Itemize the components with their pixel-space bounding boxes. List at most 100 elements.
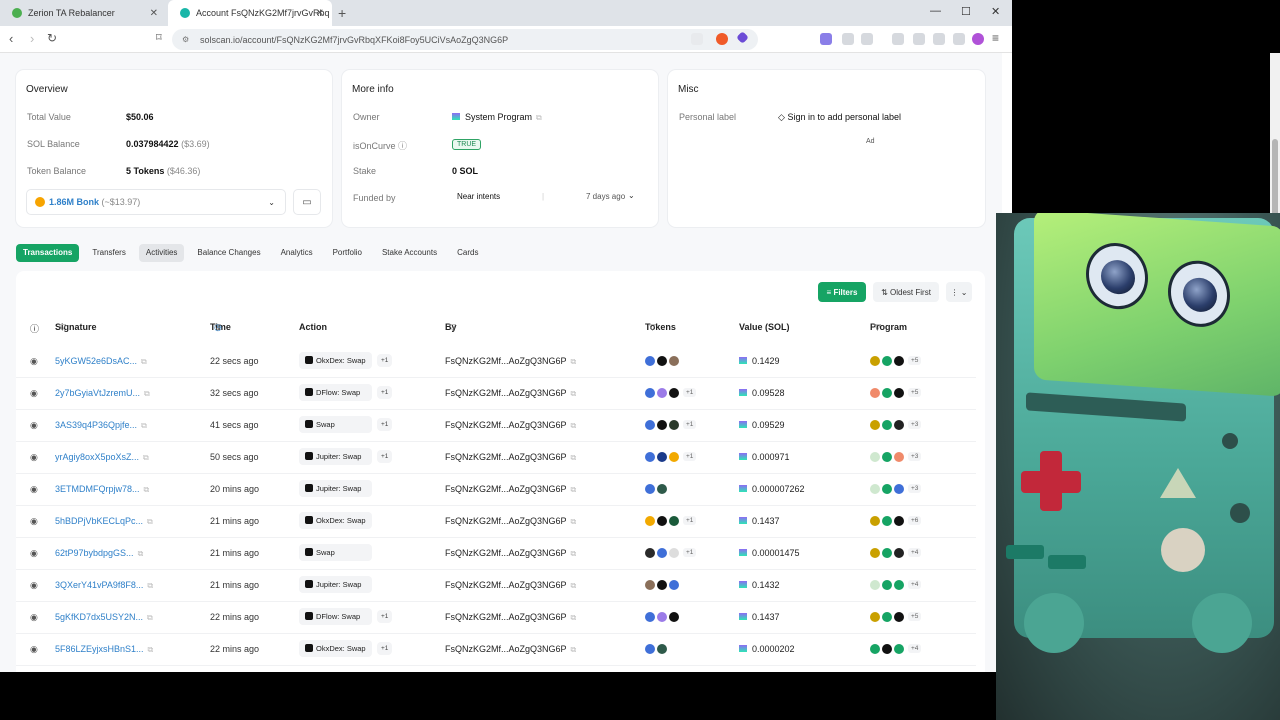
filter-icon[interactable]: ▽ <box>449 322 456 333</box>
token-icon[interactable] <box>669 515 679 526</box>
program-icon[interactable] <box>870 419 880 430</box>
signature-link[interactable]: 5hBDPjVbKECLqPc... <box>55 516 143 526</box>
signature-link[interactable]: yrAgiy8oxX5poXsZ... <box>55 452 139 462</box>
eye-icon[interactable]: ◉ <box>30 484 38 495</box>
copy-icon[interactable]: ⧉ <box>571 581 577 590</box>
tab-portfolio[interactable]: Portfolio <box>326 244 369 262</box>
sort-button[interactable]: ⇅ Oldest First <box>873 282 939 302</box>
eye-icon[interactable]: ◉ <box>30 548 38 559</box>
copy-icon[interactable]: ⧉ <box>143 453 149 462</box>
program-icon[interactable] <box>894 419 904 430</box>
filters-button[interactable]: ≡ Filters <box>818 282 866 302</box>
wallet-icon[interactable] <box>913 33 925 45</box>
tab-activities[interactable]: Activities <box>138 244 185 262</box>
table-row[interactable]: ◉ 3AS39q4P36Qpjfe... ⧉ 41 secs ago Swap +1… <box>16 410 976 442</box>
copy-icon[interactable]: ⧉ <box>571 645 577 654</box>
tokens-more[interactable]: +1 <box>683 548 697 558</box>
eye-icon[interactable]: ◉ <box>30 420 38 431</box>
token-icon[interactable] <box>645 515 655 526</box>
program-icon[interactable] <box>870 387 880 398</box>
action-chip[interactable]: OkxDex: Swap <box>299 352 372 369</box>
extension-icon[interactable] <box>820 33 832 45</box>
signature-link[interactable]: 5F86LZEyjxsHBnS1... <box>55 644 144 654</box>
leo-icon[interactable] <box>933 33 945 45</box>
programs-more[interactable]: +4 <box>908 580 922 590</box>
tab-analytics[interactable]: Analytics <box>274 244 320 262</box>
program-icon[interactable] <box>870 355 880 366</box>
programs-more[interactable]: +3 <box>908 452 922 462</box>
table-row[interactable]: ◉ 3ETMDMFQrpjw78... ⧉ 20 mins ago Jupiter… <box>16 474 976 506</box>
funded-by-box[interactable]: Near intents | 7 days ago ⌄ <box>452 190 638 206</box>
program-icon[interactable] <box>894 515 904 526</box>
token-icon[interactable] <box>669 355 679 366</box>
token-icon[interactable] <box>657 547 667 558</box>
tokens-more[interactable]: +1 <box>683 420 697 430</box>
token-icon[interactable] <box>669 387 679 398</box>
bookmark-icon[interactable]: ⌑ <box>156 31 162 44</box>
table-row[interactable]: ◉ yrAgiy8oxX5poXsZ... ⧉ 50 secs ago Jupit… <box>16 442 976 474</box>
signature-link[interactable]: 5yKGW52e6DsAC... <box>55 356 137 366</box>
close-icon[interactable]: ✕ <box>150 8 158 19</box>
program-icon[interactable] <box>894 451 904 462</box>
copy-icon[interactable]: ⧉ <box>147 517 153 526</box>
eye-icon[interactable]: ◉ <box>30 612 38 623</box>
token-icon[interactable] <box>645 355 655 366</box>
column-settings-button[interactable]: ⋮ ⌄ <box>946 282 972 302</box>
copy-icon[interactable]: ⧉ <box>144 389 150 398</box>
browser-tab-zerion[interactable]: Zerion TA Rebalancer ✕ <box>0 0 166 26</box>
copy-icon[interactable]: ⧉ <box>148 645 154 654</box>
action-more[interactable]: +1 <box>377 418 393 431</box>
program-icon[interactable] <box>894 547 904 558</box>
signature-link[interactable]: 3QXerY41vPA9f8F8... <box>55 580 143 590</box>
filter-icon[interactable]: ▽ <box>59 322 66 333</box>
tab-transfers[interactable]: Transfers <box>85 244 133 262</box>
program-icon[interactable] <box>870 611 880 622</box>
token-icon[interactable] <box>657 515 667 526</box>
action-chip[interactable]: Swap <box>299 544 372 561</box>
copy-icon[interactable]: ⧉ <box>571 389 577 398</box>
program-icon[interactable] <box>882 387 892 398</box>
table-row[interactable]: ◉ 2y7bGyiaVtJzremU... ⧉ 32 secs ago DFlow… <box>16 378 976 410</box>
copy-icon[interactable]: ⧉ <box>571 421 577 430</box>
program-icon[interactable] <box>894 643 904 654</box>
program-icon[interactable] <box>882 419 892 430</box>
by-address-link[interactable]: FsQNzKG2Mf...AoZgQ3NG6P <box>445 516 567 526</box>
programs-more[interactable]: +4 <box>908 548 922 558</box>
program-icon[interactable] <box>882 643 892 654</box>
program-icon[interactable] <box>870 643 880 654</box>
by-address-link[interactable]: FsQNzKG2Mf...AoZgQ3NG6P <box>445 580 567 590</box>
token-icon[interactable] <box>669 579 679 590</box>
programs-more[interactable]: +5 <box>908 388 922 398</box>
token-icon[interactable] <box>657 387 667 398</box>
tab-cards[interactable]: Cards <box>450 244 485 262</box>
calendar-button[interactable]: ▭ <box>293 189 321 215</box>
program-icon[interactable] <box>882 451 892 462</box>
url-input[interactable]: ⚙ solscan.io/account/FsQNzKG2Mf7jrvGvRbq… <box>172 29 758 50</box>
token-icon[interactable] <box>645 419 655 430</box>
signature-link[interactable]: 3ETMDMFQrpjw78... <box>55 484 140 494</box>
program-icon[interactable] <box>882 611 892 622</box>
signature-link[interactable]: 3AS39q4P36Qpjfe... <box>55 420 137 430</box>
copy-icon[interactable]: ⧉ <box>147 613 153 622</box>
maximize-icon[interactable]: ☐ <box>961 5 971 18</box>
action-chip[interactable]: DFlow: Swap <box>299 384 372 401</box>
token-select[interactable]: 1.86M Bonk (~$13.97) ⌄ <box>26 189 286 215</box>
action-chip[interactable]: Jupiter: Swap <box>299 576 372 593</box>
programs-more[interactable]: +3 <box>908 420 922 430</box>
table-row[interactable]: ◉ 3QXerY41vPA9f8F8... ⧉ 21 mins ago Jupit… <box>16 570 976 602</box>
program-icon[interactable] <box>870 547 880 558</box>
programs-more[interactable]: +4 <box>908 644 922 654</box>
by-address-link[interactable]: FsQNzKG2Mf...AoZgQ3NG6P <box>445 420 567 430</box>
copy-icon[interactable]: ⧉ <box>571 613 577 622</box>
tab-balance-changes[interactable]: Balance Changes <box>190 244 267 262</box>
token-icon[interactable] <box>657 419 667 430</box>
action-chip[interactable]: Jupiter: Swap <box>299 480 372 497</box>
token-icon[interactable] <box>657 611 667 622</box>
tokens-more[interactable]: +1 <box>683 388 697 398</box>
programs-more[interactable]: +6 <box>908 516 922 526</box>
copy-icon[interactable]: ⧉ <box>141 421 147 430</box>
eye-icon[interactable]: ◉ <box>30 516 38 527</box>
site-info-icon[interactable]: ⚙ <box>182 35 192 44</box>
browser-tab-solscan[interactable]: Account FsQNzKG2Mf7jrvGvRbq ✕ <box>168 0 332 26</box>
program-icon[interactable] <box>870 483 880 494</box>
